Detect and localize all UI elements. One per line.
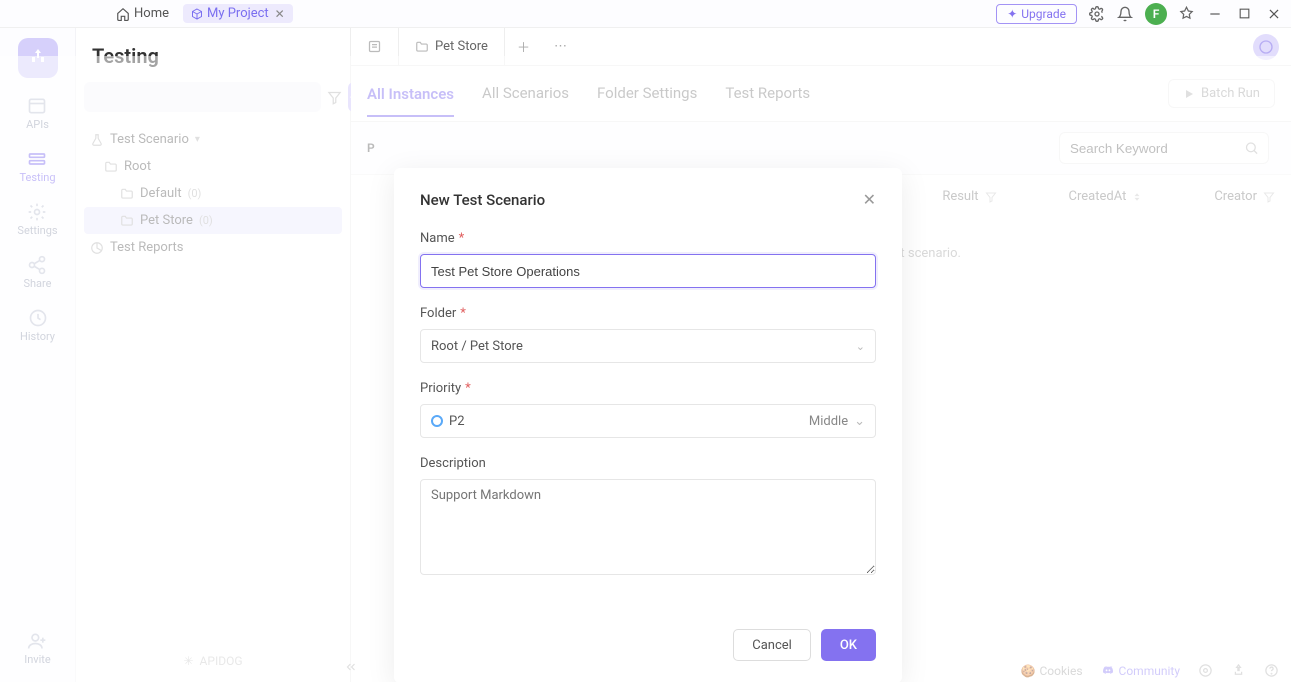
feedback-icon[interactable] xyxy=(1231,663,1246,678)
filter-icon[interactable] xyxy=(985,191,997,203)
tree-root[interactable]: Root xyxy=(84,153,342,180)
tree-default[interactable]: Default (0) xyxy=(84,180,342,207)
col-created[interactable]: CreatedAt xyxy=(1069,189,1127,204)
invite-icon xyxy=(27,631,47,651)
share-icon xyxy=(27,255,47,275)
flask-icon xyxy=(90,133,104,147)
folder-icon xyxy=(104,160,118,174)
rail-share[interactable]: Share xyxy=(23,255,51,290)
folder-icon xyxy=(120,187,134,201)
filter-icon[interactable] xyxy=(1263,191,1275,203)
search-keyword-input[interactable] xyxy=(1059,132,1269,164)
subtab-folder-settings[interactable]: Folder Settings xyxy=(597,84,697,104)
tree-test-reports[interactable]: Test Reports xyxy=(84,234,342,261)
folder-select[interactable]: Root / Pet Store ⌄ xyxy=(420,329,876,363)
overview-icon xyxy=(367,39,382,54)
left-rail: APIs Testing Settings Share History xyxy=(0,28,76,682)
description-textarea[interactable] xyxy=(420,479,876,575)
subtab-all-scenarios[interactable]: All Scenarios xyxy=(482,84,569,104)
chart-icon xyxy=(90,241,104,255)
name-input[interactable] xyxy=(420,254,876,288)
folder-label: Folder* xyxy=(420,306,876,321)
ok-button[interactable]: OK xyxy=(821,629,876,661)
chevron-down-icon: ⌄ xyxy=(854,414,865,429)
status-bar: 🍪 Cookies Community xyxy=(1021,663,1279,678)
tree-pet-store[interactable]: Pet Store (0) xyxy=(84,207,342,234)
sort-icon[interactable] xyxy=(1132,191,1142,203)
titlebar: Home My Project ✕ ✦ Upgrade F xyxy=(0,0,1291,28)
subtab-all-instances[interactable]: All Instances xyxy=(367,85,454,117)
sidebar: Testing ＋ Test Scenario ▾ xyxy=(76,28,351,682)
history-icon xyxy=(28,308,48,328)
app-logo[interactable] xyxy=(18,38,58,78)
rail-settings[interactable]: Settings xyxy=(17,202,57,237)
caret-down-icon: ▾ xyxy=(195,134,200,145)
play-icon xyxy=(1183,88,1195,100)
subtab-test-reports[interactable]: Test Reports xyxy=(725,84,810,104)
chevron-down-icon: ⌄ xyxy=(856,340,865,353)
help-icon[interactable] xyxy=(1264,663,1279,678)
page-title: Testing xyxy=(92,44,338,68)
name-label: Name* xyxy=(420,231,876,246)
cube-icon xyxy=(191,8,203,20)
avatar[interactable]: F xyxy=(1145,3,1167,25)
folder-icon xyxy=(120,214,134,228)
apis-icon xyxy=(27,96,47,116)
sub-tabs: All Instances All Scenarios Folder Setti… xyxy=(351,66,1291,122)
keyboard-icon[interactable] xyxy=(1198,663,1213,678)
tab-home-label: Home xyxy=(134,6,169,21)
home-icon xyxy=(116,7,130,21)
bell-icon[interactable] xyxy=(1117,6,1133,22)
priority-select[interactable]: P2 Middle ⌄ xyxy=(420,404,876,438)
batch-run-button[interactable]: Batch Run xyxy=(1168,79,1275,108)
col-creator[interactable]: Creator xyxy=(1214,189,1257,204)
maximize-icon[interactable] xyxy=(1236,7,1253,20)
close-icon[interactable]: ✕ xyxy=(275,7,285,21)
priority-dot-icon xyxy=(431,415,443,427)
modal-title: New Test Scenario xyxy=(420,191,545,209)
upgrade-button[interactable]: ✦ Upgrade xyxy=(996,4,1077,24)
environment-avatar[interactable] xyxy=(1253,34,1279,60)
priority-label: Priority* xyxy=(420,381,876,396)
upgrade-label: Upgrade xyxy=(1021,7,1066,21)
settings-icon xyxy=(27,202,47,222)
tab-more-button[interactable]: ⋯ xyxy=(542,28,579,65)
collapse-sidebar-icon[interactable] xyxy=(344,660,358,674)
discord-icon xyxy=(1101,664,1115,678)
modal-close-icon[interactable]: ✕ xyxy=(863,190,876,209)
close-window-icon[interactable] xyxy=(1265,7,1283,21)
col-result[interactable]: Result xyxy=(942,189,978,204)
pin-icon[interactable] xyxy=(1179,6,1194,21)
new-tab-button[interactable]: ＋ xyxy=(505,28,542,65)
rail-history[interactable]: History xyxy=(20,308,55,343)
sparkle-icon: ✦ xyxy=(1007,7,1017,21)
priority-column-prefix: P xyxy=(367,141,667,155)
tab-home[interactable]: Home xyxy=(108,4,177,23)
community-link[interactable]: Community xyxy=(1101,664,1180,678)
sidebar-search-input[interactable] xyxy=(84,82,321,112)
tab-overview[interactable] xyxy=(351,28,399,65)
search-icon xyxy=(1244,141,1259,156)
document-tabs: Pet Store ＋ ⋯ xyxy=(351,28,1291,66)
sidebar-footer-brand: ✳ APIDOG xyxy=(84,648,342,678)
rail-testing[interactable]: Testing xyxy=(19,149,55,184)
scenario-tree: Test Scenario ▾ Root Default (0) xyxy=(84,126,342,261)
cookies-link[interactable]: 🍪 Cookies xyxy=(1021,664,1083,678)
tab-pet-store[interactable]: Pet Store xyxy=(399,28,505,65)
tab-project-label: My Project xyxy=(207,6,269,21)
gear-icon[interactable] xyxy=(1089,6,1105,22)
brand-icon: ✳ xyxy=(183,654,193,668)
new-test-scenario-modal: New Test Scenario ✕ Name* Folder* Root /… xyxy=(394,168,902,682)
cookie-icon: 🍪 xyxy=(1021,664,1036,678)
testing-icon xyxy=(27,149,47,169)
rail-apis[interactable]: APIs xyxy=(26,96,49,131)
tab-project[interactable]: My Project ✕ xyxy=(183,4,293,23)
folder-icon xyxy=(415,40,429,54)
filter-button[interactable] xyxy=(327,82,342,112)
description-label: Description xyxy=(420,456,876,471)
cancel-button[interactable]: Cancel xyxy=(733,629,811,661)
tree-test-scenario[interactable]: Test Scenario ▾ xyxy=(84,126,342,153)
rail-invite[interactable]: Invite xyxy=(24,631,51,666)
minimize-icon[interactable] xyxy=(1206,7,1224,21)
